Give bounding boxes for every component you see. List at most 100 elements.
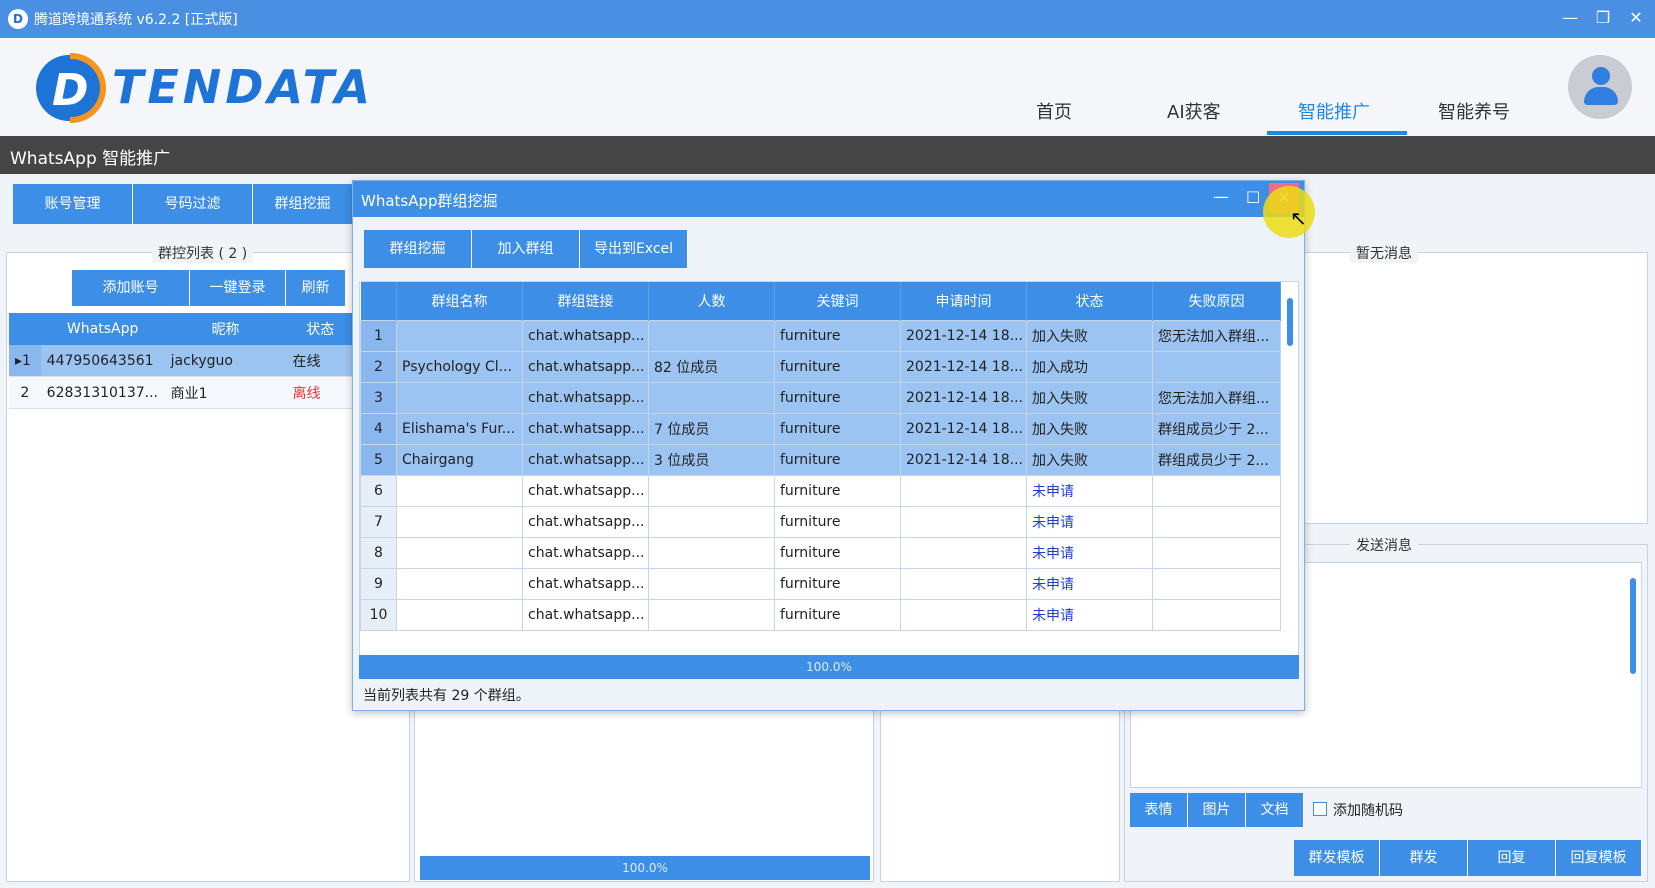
row-members	[648, 568, 775, 600]
row-members	[648, 320, 775, 352]
table-row[interactable]: 10 chat.whatsapp... furniture 未申请	[360, 599, 1281, 631]
row-keyword: furniture	[774, 382, 901, 414]
dialog-progress-bar: 100.0%	[359, 655, 1299, 679]
app-icon: D	[8, 9, 28, 29]
row-index: 3	[360, 382, 397, 414]
row-keyword: furniture	[774, 599, 901, 631]
reply-template-button[interactable]: 回复模板	[1556, 840, 1642, 876]
nav-account-nurturing[interactable]: 智能养号	[1438, 98, 1510, 124]
table-row[interactable]: 4 Elishama's Fur... chat.whatsapp... 7 位成员 f…	[360, 413, 1281, 445]
row-members	[648, 506, 775, 538]
row-group-name	[396, 568, 523, 600]
row-fail-reason	[1152, 537, 1281, 569]
column-whatsapp[interactable]: WhatsApp	[40, 313, 165, 345]
row-keyword: furniture	[774, 506, 901, 538]
row-fail-reason	[1152, 568, 1281, 600]
column-keyword[interactable]: 关键词	[774, 282, 901, 321]
row-fail-reason	[1152, 506, 1281, 538]
row-group-name	[396, 320, 523, 352]
reply-button[interactable]: 回复	[1468, 840, 1556, 876]
table-row[interactable]: ▸1 447950643561 jackyguo 在线	[9, 345, 354, 377]
add-account-button[interactable]: 添加账号	[72, 270, 190, 306]
row-keyword: furniture	[774, 537, 901, 569]
row-group-link: chat.whatsapp...	[522, 506, 649, 538]
row-group-name	[396, 599, 523, 631]
row-index: 2	[9, 376, 41, 409]
image-button[interactable]: 图片	[1188, 793, 1246, 827]
column-fail-reason[interactable]: 失败原因	[1152, 282, 1281, 321]
row-group-name	[396, 537, 523, 569]
row-group-link: chat.whatsapp...	[522, 413, 649, 445]
scrollbar-thumb[interactable]	[1287, 298, 1293, 346]
row-status: 加入失败	[1026, 413, 1153, 445]
nav-ai-leads[interactable]: AI获客	[1167, 98, 1221, 124]
nav-home[interactable]: 首页	[1036, 98, 1072, 124]
table-row[interactable]: 5 Chairgang chat.whatsapp... 3 位成员 furniture…	[360, 444, 1281, 476]
row-keyword: furniture	[774, 568, 901, 600]
group-control-legend: 群控列表 ( 2 )	[152, 243, 254, 263]
dialog-maximize-icon[interactable]: □	[1246, 187, 1260, 205]
row-members	[648, 475, 775, 507]
row-members: 7 位成员	[648, 413, 775, 445]
row-index: 5	[360, 444, 397, 476]
random-code-checkbox[interactable]	[1313, 802, 1327, 816]
export-excel-button[interactable]: 导出到Excel	[580, 230, 688, 268]
column-nickname[interactable]: 昵称	[164, 313, 287, 345]
table-row[interactable]: 2 Psychology Cl... chat.whatsapp... 82 位成员 f…	[360, 351, 1281, 383]
dialog-minimize-icon[interactable]: —	[1213, 187, 1229, 206]
column-group-link[interactable]: 群组链接	[522, 282, 649, 321]
join-group-button[interactable]: 加入群组	[472, 230, 580, 268]
window-titlebar: D 腾道跨境通系统 v6.2.2 [正式版] — ❐ ✕	[0, 0, 1655, 38]
group-send-template-button[interactable]: 群发模板	[1294, 840, 1380, 876]
tendata-logo-icon: D	[36, 53, 106, 123]
row-keyword: furniture	[774, 320, 901, 352]
row-group-name	[396, 475, 523, 507]
row-fail-reason	[1152, 351, 1281, 383]
bottom-progress-bar: 100.0%	[420, 856, 870, 880]
row-fail-reason: 群组成员少于 2...	[1152, 413, 1281, 445]
table-row[interactable]: 2 62831310137... 商业1 离线	[9, 376, 354, 409]
row-group-name	[396, 382, 523, 414]
messages-legend: 暂无消息	[1350, 243, 1418, 263]
restore-icon[interactable]: ❐	[1593, 8, 1613, 28]
column-status[interactable]: 状态	[286, 313, 354, 345]
table-row[interactable]: 9 chat.whatsapp... furniture 未申请	[360, 568, 1281, 600]
row-apply-time: 2021-12-14 18...	[900, 444, 1027, 476]
group-send-button[interactable]: 群发	[1380, 840, 1468, 876]
table-row[interactable]: 1 chat.whatsapp... furniture 2021-12-14 18.…	[360, 320, 1281, 352]
minimize-icon[interactable]: —	[1560, 8, 1580, 28]
column-group-name[interactable]: 群组名称	[396, 282, 523, 321]
group-mine-button[interactable]: 群组挖掘	[364, 230, 472, 268]
table-scrollbar[interactable]	[1282, 282, 1298, 660]
row-whatsapp: 447950643561	[40, 345, 165, 377]
table-row[interactable]: 7 chat.whatsapp... furniture 未申请	[360, 506, 1281, 538]
column-status[interactable]: 状态	[1026, 282, 1153, 321]
row-apply-time: 2021-12-14 18...	[900, 413, 1027, 445]
row-group-link: chat.whatsapp...	[522, 444, 649, 476]
message-scrollbar[interactable]	[1630, 578, 1636, 674]
table-row[interactable]: 3 chat.whatsapp... furniture 2021-12-14 18.…	[360, 382, 1281, 414]
row-keyword: furniture	[774, 413, 901, 445]
tab-number-filter[interactable]: 号码过滤	[133, 184, 253, 224]
column-index	[360, 282, 397, 321]
row-members: 82 位成员	[648, 351, 775, 383]
table-row[interactable]: 6 chat.whatsapp... furniture 未申请	[360, 475, 1281, 507]
close-icon[interactable]: ✕	[1626, 8, 1646, 28]
user-avatar-icon[interactable]	[1568, 55, 1632, 119]
document-button[interactable]: 文档	[1246, 793, 1304, 827]
row-index: 2	[360, 351, 397, 383]
one-click-login-button[interactable]: 一键登录	[190, 270, 286, 306]
column-members[interactable]: 人数	[648, 282, 775, 321]
row-group-link: chat.whatsapp...	[522, 320, 649, 352]
column-apply-time[interactable]: 申请时间	[900, 282, 1027, 321]
row-apply-time	[900, 599, 1027, 631]
row-fail-reason	[1152, 599, 1281, 631]
row-status: 未申请	[1026, 599, 1153, 631]
nav-smart-promotion[interactable]: 智能推广	[1298, 98, 1370, 124]
tab-account-management[interactable]: 账号管理	[13, 184, 133, 224]
group-mining-dialog: WhatsApp群组挖掘 — □ ✕ 群组挖掘 加入群组 导出到Excel 群组…	[352, 180, 1305, 711]
table-row[interactable]: 8 chat.whatsapp... furniture 未申请	[360, 537, 1281, 569]
tab-group-mining[interactable]: 群组挖掘	[253, 184, 353, 224]
refresh-button[interactable]: 刷新	[286, 270, 346, 306]
emoji-button[interactable]: 表情	[1130, 793, 1188, 827]
